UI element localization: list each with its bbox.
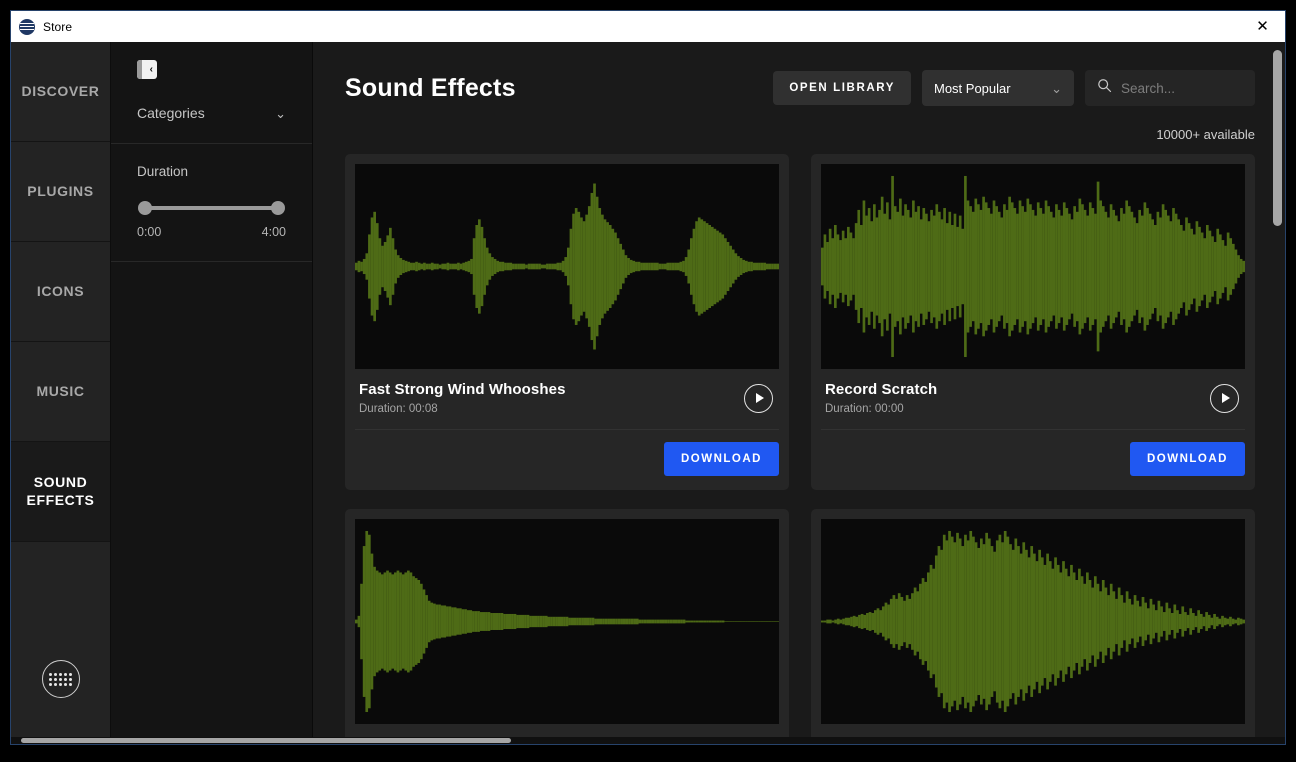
sound-title: Record Scratch xyxy=(825,381,938,398)
store-window: Store ✕ DISCOVER PLUGINS ICONS MUSIC SOU… xyxy=(10,10,1286,745)
play-icon[interactable] xyxy=(1210,383,1239,413)
duration-slider-min-handle[interactable] xyxy=(138,201,152,215)
download-button[interactable]: DOWNLOAD xyxy=(664,442,779,476)
card-meta: Record Scratch Duration: 00:00 xyxy=(821,369,1245,430)
horizontal-scrollbar[interactable] xyxy=(11,737,1285,744)
horizontal-scrollbar-thumb[interactable] xyxy=(21,738,511,743)
sound-effect-card[interactable]: Fast Strong Wind Whooshes Duration: 00:0… xyxy=(345,154,789,490)
duration-range-slider[interactable] xyxy=(138,201,285,215)
duration-max-label: 4:00 xyxy=(261,225,286,239)
waveform-preview[interactable] xyxy=(821,519,1245,724)
download-button[interactable]: DOWNLOAD xyxy=(1130,442,1245,476)
play-icon[interactable] xyxy=(744,383,773,413)
header-tools: OPEN LIBRARY Most Popular ⌄ Search... xyxy=(773,70,1255,106)
content-inner: Sound Effects OPEN LIBRARY Most Popular … xyxy=(313,42,1285,744)
close-icon[interactable]: ✕ xyxy=(1240,11,1285,42)
open-library-button[interactable]: OPEN LIBRARY xyxy=(773,71,911,105)
apps-grid-icon[interactable] xyxy=(41,660,80,698)
search-placeholder: Search... xyxy=(1121,80,1176,96)
window-body: DISCOVER PLUGINS ICONS MUSIC SOUND EFFEC… xyxy=(11,42,1285,744)
duration-min-label: 0:00 xyxy=(137,225,162,239)
sidebar-item-icons[interactable]: ICONS xyxy=(11,242,110,342)
window-title: Store xyxy=(43,19,73,34)
card-meta: Fast Strong Wind Whooshes Duration: 00:0… xyxy=(355,369,779,430)
sidebar-item-sound-effects[interactable]: SOUND EFFECTS xyxy=(11,442,110,542)
vertical-scrollbar[interactable] xyxy=(1273,46,1282,740)
duration-slider-max-handle[interactable] xyxy=(271,201,285,215)
title-bar: Store ✕ xyxy=(11,11,1285,42)
duration-slider-track xyxy=(145,206,278,210)
search-input[interactable]: Search... xyxy=(1085,70,1255,106)
apps-grid-dots xyxy=(49,672,72,686)
waveform-preview[interactable] xyxy=(355,519,779,724)
sound-effect-card[interactable]: Shine Ding Duration: 00:01 xyxy=(345,509,789,744)
categories-header[interactable]: Categories ⌄ xyxy=(137,105,286,121)
panel-collapse-icon[interactable]: ‹ xyxy=(137,60,157,79)
content-area: Sound Effects OPEN LIBRARY Most Popular … xyxy=(313,42,1285,744)
card-meta-text: Record Scratch Duration: 00:00 xyxy=(825,381,937,415)
filter-panel: ‹ Categories ⌄ Duration 0:00 4:00 xyxy=(111,42,313,744)
sidebar-nav: DISCOVER PLUGINS ICONS MUSIC SOUND EFFEC… xyxy=(11,42,111,744)
sound-title: Fast Strong Wind Whooshes xyxy=(359,381,566,398)
sidebar-grid-button-wrap xyxy=(11,660,110,698)
card-actions: DOWNLOAD xyxy=(355,430,779,490)
card-meta-text: Fast Strong Wind Whooshes Duration: 00:0… xyxy=(359,381,566,415)
sound-effect-card[interactable]: Record Scratch Duration: 00:00 DOWNLOAD xyxy=(811,154,1255,490)
sound-duration: Duration: 00:00 xyxy=(825,403,904,415)
sort-selected-value: Most Popular xyxy=(934,80,1011,96)
card-actions: DOWNLOAD xyxy=(821,430,1245,490)
vertical-scrollbar-thumb[interactable] xyxy=(1273,50,1282,226)
sound-effect-grid: Fast Strong Wind Whooshes Duration: 00:0… xyxy=(345,154,1255,744)
sidebar-item-music[interactable]: MUSIC xyxy=(11,342,110,442)
sort-dropdown[interactable]: Most Popular ⌄ xyxy=(922,70,1074,106)
search-icon xyxy=(1097,78,1112,98)
page-title: Sound Effects xyxy=(345,73,516,102)
chevron-down-icon: ⌄ xyxy=(275,105,286,121)
sidebar-item-plugins[interactable]: PLUGINS xyxy=(11,142,110,242)
filter-section-duration: Duration 0:00 4:00 xyxy=(111,144,312,262)
categories-label: Categories xyxy=(137,105,205,121)
store-globe-icon xyxy=(19,18,35,35)
results-count: 10000+ available xyxy=(1156,127,1255,142)
duration-label: Duration xyxy=(137,164,189,179)
filter-section-categories[interactable]: Categories ⌄ xyxy=(111,79,312,144)
content-header: Sound Effects OPEN LIBRARY Most Popular … xyxy=(345,70,1255,106)
sound-effect-card[interactable]: Whip Whoosh Swoosh Duration: 00:00 xyxy=(811,509,1255,744)
panel-collapse-chevron: ‹ xyxy=(149,63,153,75)
chevron-down-icon: ⌄ xyxy=(1051,80,1062,96)
sidebar-item-discover[interactable]: DISCOVER xyxy=(11,42,110,142)
duration-tick-labels: 0:00 4:00 xyxy=(137,225,286,239)
sound-duration: Duration: 00:08 xyxy=(359,403,438,415)
waveform-preview[interactable] xyxy=(821,164,1245,369)
collapse-row: ‹ xyxy=(111,42,312,79)
waveform-preview[interactable] xyxy=(355,164,779,369)
